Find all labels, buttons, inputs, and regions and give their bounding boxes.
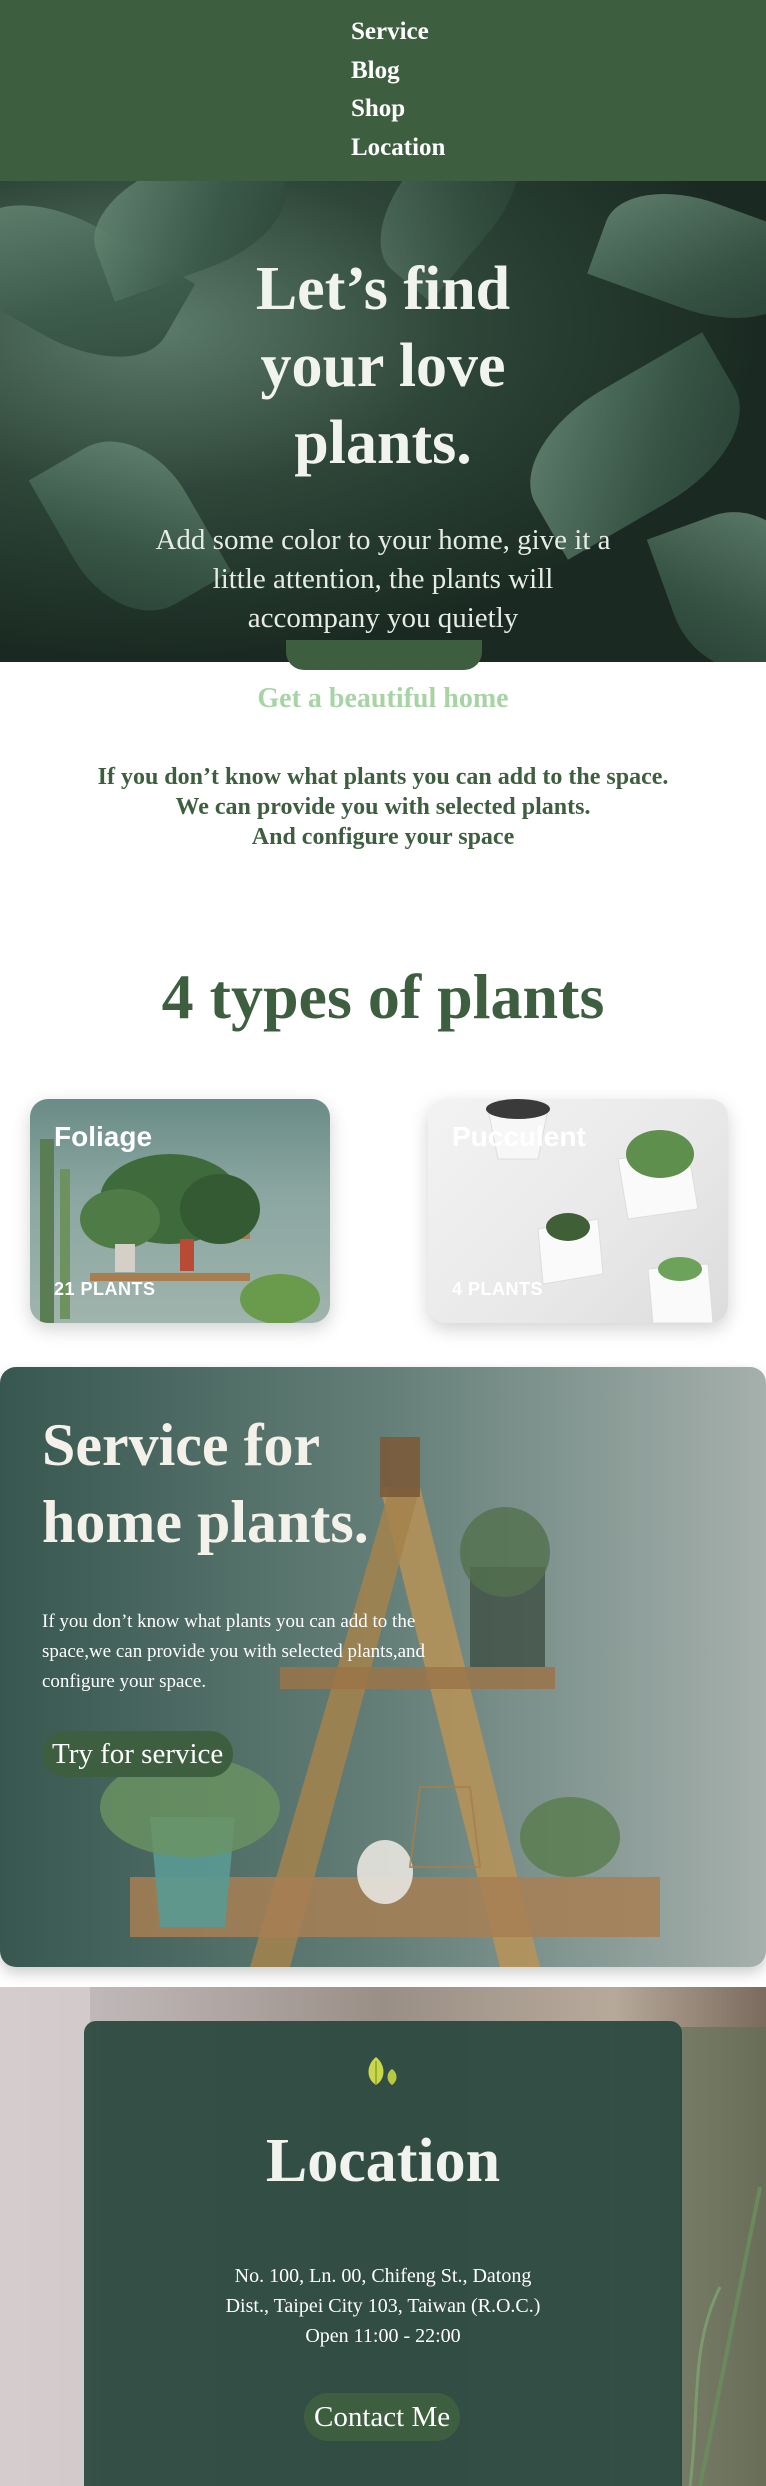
service-description: If you don’t know what plants you can ad… <box>42 1611 426 1692</box>
leaf-logo-icon <box>368 2057 397 2085</box>
address-line: Dist., Taipei City 103, Taiwan (R.O.C.) <box>225 2295 541 2317</box>
opening-hours: Open 11:00 - 22:00 <box>305 2325 461 2347</box>
hero-banner: Let’s find your love plants. Add some co… <box>0 181 766 662</box>
tagline: Get a beautiful home <box>257 683 509 714</box>
contact-me-button[interactable]: Contact Me <box>304 2393 461 2441</box>
plant-card-foliage[interactable]: Foliage 21 PLANTS <box>30 1099 330 1323</box>
top-nav: Service Blog Shop Location <box>0 0 766 181</box>
service-title-line: Service for <box>42 1412 321 1478</box>
location-card: Location No. 100, Ln. 00, Chifeng St., D… <box>84 2021 682 2486</box>
intro-text: If you don’t know what plants you can ad… <box>0 762 766 852</box>
card-count: 21 PLANTS <box>54 1279 156 1299</box>
card-title: Pucculent <box>452 1121 586 1152</box>
location-section: Location No. 100, Ln. 00, Chifeng St., D… <box>0 1987 766 2486</box>
card-title: Foliage <box>54 1121 153 1152</box>
card-count: 4 PLANTS <box>452 1279 544 1299</box>
nav-item-service[interactable]: Service <box>351 16 445 55</box>
nav-menu: Service Blog Shop Location <box>351 16 445 170</box>
intro-line: And configure your space <box>251 824 515 850</box>
nav-item-location[interactable]: Location <box>351 132 445 171</box>
service-title-line: home plants. <box>42 1489 369 1555</box>
hero-title-line: Let’s find <box>255 255 511 323</box>
intro-line: We can provide you with selected plants. <box>175 794 591 820</box>
nav-item-shop[interactable]: Shop <box>351 93 445 132</box>
plant-types-title: 4 types of plants <box>161 961 605 1032</box>
try-service-button[interactable]: Try for service <box>42 1731 234 1777</box>
hero-subtitle: Add some color to your home, give it a l… <box>155 524 611 634</box>
service-title: Service for home plants. <box>42 1407 369 1561</box>
hero-title-line: your love <box>260 332 506 400</box>
hero-title-line: plants. <box>294 409 472 477</box>
leaf-decoration <box>646 491 766 662</box>
hero-cta-button[interactable] <box>286 640 482 670</box>
hero-title: Let’s find your love plants. <box>0 251 766 482</box>
intro-line: If you don’t know what plants you can ad… <box>97 764 669 790</box>
plant-card-succulent[interactable]: Pucculent 4 PLANTS <box>428 1099 728 1323</box>
nav-item-blog[interactable]: Blog <box>351 55 445 94</box>
address-line: No. 100, Ln. 00, Chifeng St., Datong <box>234 2265 532 2287</box>
location-title: Location <box>265 2127 501 2195</box>
service-section: Service for home plants. If you don’t kn… <box>0 1367 766 1967</box>
location-address: No. 100, Ln. 00, Chifeng St., Datong Dis… <box>184 2261 582 2351</box>
